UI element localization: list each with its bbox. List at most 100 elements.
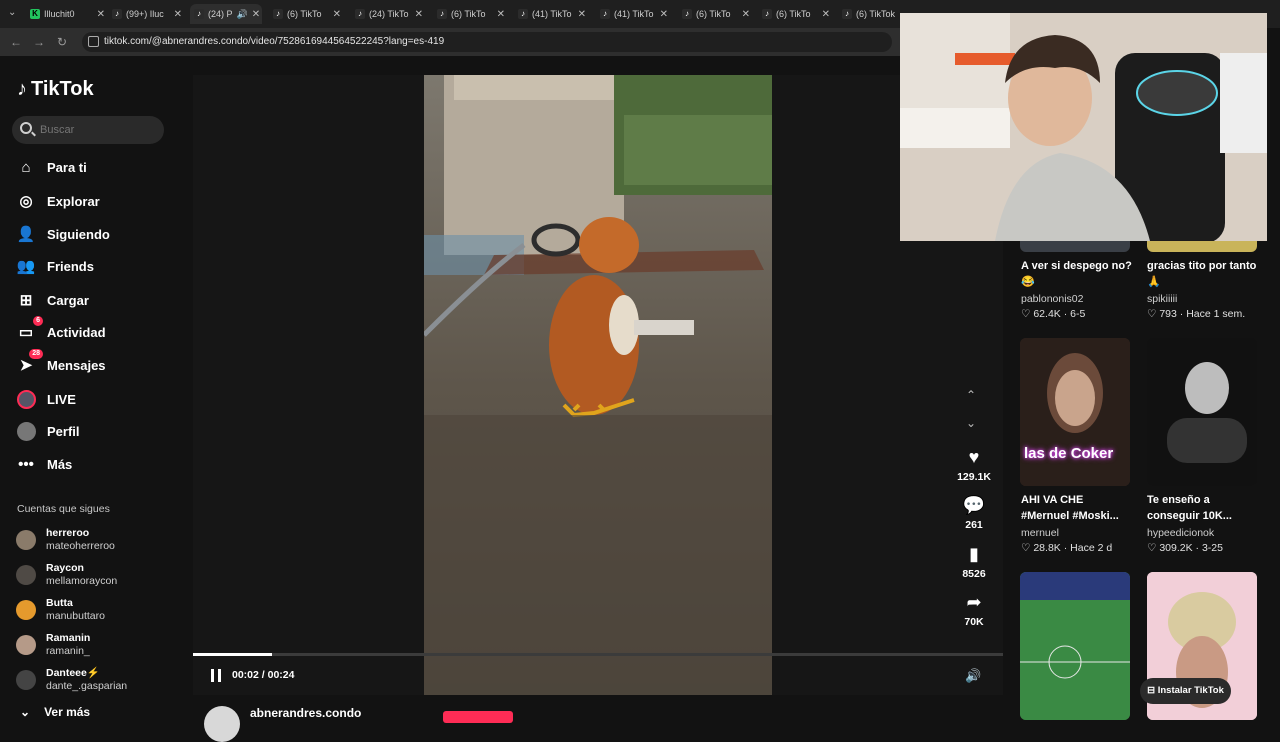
- tiktok-icon: ♪: [194, 9, 204, 19]
- rec-caption[interactable]: A ver si despego no? 😂: [1021, 258, 1133, 290]
- upload-icon: ⊞: [19, 292, 33, 309]
- video-thumbnail[interactable]: [1020, 572, 1130, 720]
- thumbnail-image: [1147, 338, 1257, 486]
- kick-icon: K: [30, 9, 40, 19]
- tiktok-icon: ♪: [273, 9, 283, 19]
- like-button[interactable]: ♥ 129.1K: [955, 447, 993, 483]
- save-button[interactable]: ▮ 8526: [955, 544, 993, 580]
- webcam-scene: [900, 13, 1267, 241]
- search-box[interactable]: [12, 116, 164, 144]
- compass-icon: ◎: [19, 193, 33, 210]
- tiktok-logo[interactable]: ♪ TikTok: [17, 78, 94, 101]
- volume-icon[interactable]: 🔊: [965, 668, 981, 684]
- close-tab-icon[interactable]: ✕: [252, 9, 260, 20]
- nav-mensajes[interactable]: ➤ 28 Mensajes: [16, 349, 106, 376]
- browser-tab[interactable]: ♪ (6) TikTo ✕: [682, 4, 750, 24]
- video-progress-bar[interactable]: [193, 653, 1003, 656]
- back-icon[interactable]: ←: [10, 35, 22, 49]
- messages-icon: ➤ 28: [16, 349, 43, 375]
- nav-cargar[interactable]: ⊞ Cargar: [16, 289, 89, 311]
- share-button[interactable]: ➦ 70K: [955, 592, 993, 628]
- close-tab-icon[interactable]: ✕: [660, 9, 668, 20]
- chevron-up-icon[interactable]: ⌃: [966, 388, 976, 402]
- browser-tab[interactable]: ♪ (41) TikTo ✕: [600, 4, 668, 24]
- browser-tab[interactable]: ♪ (6) TikTok: [842, 4, 900, 24]
- profile-icon: [16, 421, 36, 441]
- rec-author[interactable]: spikiiiii: [1147, 293, 1177, 305]
- following-account[interactable]: Ramanin ramanin_: [16, 632, 90, 658]
- nav-mas[interactable]: ••• Más: [16, 453, 72, 475]
- address-bar-row: ← → ↻ tiktok.com/@abnerandres.condo/vide…: [0, 28, 900, 56]
- video-time: 00:02 / 00:24: [232, 669, 295, 681]
- chevron-down-icon: ⌄: [20, 705, 31, 719]
- following-account[interactable]: herreroo mateoherreroo: [16, 527, 115, 553]
- avatar: [16, 565, 36, 585]
- webcam-overlay: [900, 13, 1267, 241]
- messages-badge: 28: [29, 349, 43, 359]
- browser-tab[interactable]: ♪ (99+) Iluc ✕: [112, 4, 182, 24]
- rec-caption[interactable]: gracias tito por tanto 🙏: [1147, 258, 1259, 290]
- reload-icon[interactable]: ↻: [57, 35, 67, 49]
- close-tab-icon[interactable]: ✕: [97, 9, 105, 20]
- browser-tab-active[interactable]: ♪ (24) P 🔊 ✕: [190, 4, 262, 24]
- tiktok-icon: ♪: [112, 9, 122, 19]
- chevron-down-icon[interactable]: ⌄: [966, 416, 976, 430]
- video-thumbnail[interactable]: las de Coker: [1020, 338, 1130, 486]
- nav-explorar[interactable]: ◎ Explorar: [16, 190, 99, 212]
- rec-caption[interactable]: Te enseño a conseguir 10K...: [1147, 492, 1259, 524]
- close-tab-icon[interactable]: ✕: [578, 9, 586, 20]
- close-tab-icon[interactable]: ✕: [174, 9, 182, 20]
- browser-tab[interactable]: ♪ (24) TikTo ✕: [355, 4, 423, 24]
- browser-tab[interactable]: ♪ (6) TikTo ✕: [437, 4, 505, 24]
- notification-badge: 6: [33, 316, 43, 326]
- follow-button[interactable]: [443, 711, 513, 723]
- tiktok-icon: ♪: [842, 9, 852, 19]
- video-scene-chicken: [424, 75, 772, 695]
- install-tiktok-button[interactable]: ⊟ Instalar TikTok: [1140, 678, 1231, 704]
- author-name[interactable]: abnerandres.condo: [250, 706, 361, 720]
- nav-para-ti[interactable]: ⌂ Para ti: [16, 156, 86, 178]
- site-info-icon[interactable]: [88, 36, 99, 47]
- rec-caption[interactable]: AHI VA CHE #Mernuel #Moski...: [1021, 492, 1133, 524]
- nav-siguiendo[interactable]: 👤 Siguiendo: [16, 223, 110, 245]
- install-icon: ⊟: [1147, 685, 1156, 696]
- thumbnail-image: [1020, 338, 1130, 486]
- video-thumbnail[interactable]: [1147, 338, 1257, 486]
- rec-stats: ♡ 62.4K · 6-5: [1021, 308, 1086, 320]
- forward-icon[interactable]: →: [33, 35, 45, 49]
- following-account[interactable]: Butta manubuttaro: [16, 597, 105, 623]
- comment-button[interactable]: 💬 261: [955, 495, 993, 531]
- tab-list-chevron-icon[interactable]: ⌄: [8, 7, 16, 18]
- browser-tab[interactable]: K Illuchit0 ✕: [30, 4, 105, 24]
- following-account[interactable]: Raycon mellamoraycon: [16, 562, 117, 588]
- close-tab-icon[interactable]: ✕: [415, 9, 423, 20]
- close-tab-icon[interactable]: ✕: [742, 9, 750, 20]
- audio-playing-icon[interactable]: 🔊: [237, 9, 248, 20]
- tiktok-icon: ♪: [762, 9, 772, 19]
- see-more-button[interactable]: ⌄ Ver más: [20, 705, 90, 719]
- close-tab-icon[interactable]: ✕: [822, 9, 830, 20]
- thumbnail-overlay-text: las de Coker: [1024, 445, 1114, 462]
- close-tab-icon[interactable]: ✕: [497, 9, 505, 20]
- tiktok-icon: ♪: [518, 9, 528, 19]
- close-tab-icon[interactable]: ✕: [333, 9, 341, 20]
- browser-tab[interactable]: ♪ (6) TikTo ✕: [762, 4, 830, 24]
- video-frame[interactable]: [424, 75, 772, 695]
- author-avatar[interactable]: [204, 706, 240, 742]
- url-field[interactable]: tiktok.com/@abnerandres.condo/video/7528…: [82, 32, 892, 52]
- video-player[interactable]: 00:02 / 00:24 🔊: [193, 75, 1003, 695]
- rec-stats: ♡ 28.8K · Hace 2 d: [1021, 542, 1113, 554]
- thumbnail-image: [1020, 572, 1130, 720]
- rec-author[interactable]: hypeedicionok: [1147, 527, 1214, 539]
- pause-icon[interactable]: [211, 669, 221, 682]
- following-account[interactable]: Danteee⚡ dante_.gasparian: [16, 667, 127, 693]
- nav-friends[interactable]: 👥 Friends: [16, 255, 94, 277]
- nav-perfil[interactable]: Perfil: [16, 420, 80, 442]
- browser-tab[interactable]: ♪ (6) TikTo ✕: [273, 4, 341, 24]
- nav-live[interactable]: LIVE: [16, 388, 76, 410]
- rec-author[interactable]: mernuel: [1021, 527, 1059, 539]
- browser-tab[interactable]: ♪ (41) TikTo ✕: [518, 4, 586, 24]
- nav-actividad[interactable]: ▭ 6 Actividad: [16, 316, 106, 343]
- search-input[interactable]: [40, 120, 158, 140]
- rec-author[interactable]: pablononis02: [1021, 293, 1083, 305]
